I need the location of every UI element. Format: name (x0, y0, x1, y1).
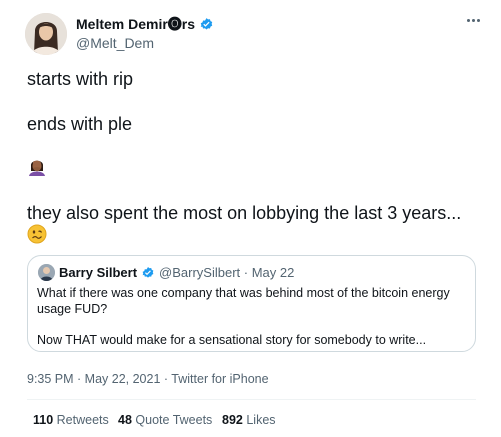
likes-stat[interactable]: 892 Likes (222, 412, 276, 428)
tweet-timestamp-row: 9:35 PM · May 22, 2021 · Twitter for iPh… (27, 371, 269, 387)
tweet-text-line: starts with rip (27, 69, 134, 89)
quote-handle-date[interactable]: @BarrySilbert · May 22 (159, 265, 294, 281)
quote-author-avatar[interactable] (38, 264, 55, 281)
verified-badge-icon (200, 17, 213, 29)
verified-badge-icon (142, 267, 154, 278)
tweet-source[interactable]: Twitter for iPhone (171, 372, 268, 386)
retweets-count: 110 (33, 413, 54, 427)
author-name-row[interactable]: Meltem Demir🅞rs (76, 15, 214, 33)
more-dot (476, 18, 480, 22)
quote-tweets-stat[interactable]: 48 Quote Tweets (118, 412, 212, 428)
woman-facepalming-icon (29, 160, 45, 176)
meta-separator: · (160, 372, 172, 386)
author-avatar[interactable] (25, 13, 67, 55)
quote-tweets-label: Quote Tweets (135, 413, 213, 427)
tweet-text-line: they also spent the most on lobbying the… (27, 203, 462, 223)
tweet-text-line: ends with ple (27, 114, 133, 134)
quote-author-name[interactable]: Barry Silbert (59, 265, 137, 281)
tweet-timestamp[interactable]: 9:35 PM · May 22, 2021 (27, 372, 160, 386)
more-dot (471, 18, 475, 22)
more-dot (466, 18, 470, 22)
author-name[interactable]: Meltem Demir🅞rs (76, 15, 195, 33)
retweets-label: Retweets (56, 413, 109, 427)
quote-tweets-count: 48 (118, 413, 132, 427)
likes-label: Likes (246, 413, 276, 427)
more-options-button[interactable] (462, 12, 484, 28)
likes-count: 892 (222, 413, 243, 427)
quote-header: Barry Silbert @BarrySilbert · May 22 (59, 265, 294, 281)
author-handle[interactable]: @Melt_Dem (76, 34, 154, 52)
divider (27, 399, 476, 400)
woozy-face-icon (27, 224, 47, 244)
quote-text-line: usage FUD? (37, 302, 108, 316)
tweet-card: Meltem Demir🅞rs @Melt_Dem starts with ri… (0, 0, 501, 437)
quote-text-line: What if there was one company that was b… (37, 286, 450, 300)
quoted-tweet[interactable]: Barry Silbert @BarrySilbert · May 22 Wha… (27, 255, 476, 352)
quote-text-line: Now THAT would make for a sensational st… (37, 333, 427, 347)
retweets-stat[interactable]: 110 Retweets (33, 412, 109, 428)
